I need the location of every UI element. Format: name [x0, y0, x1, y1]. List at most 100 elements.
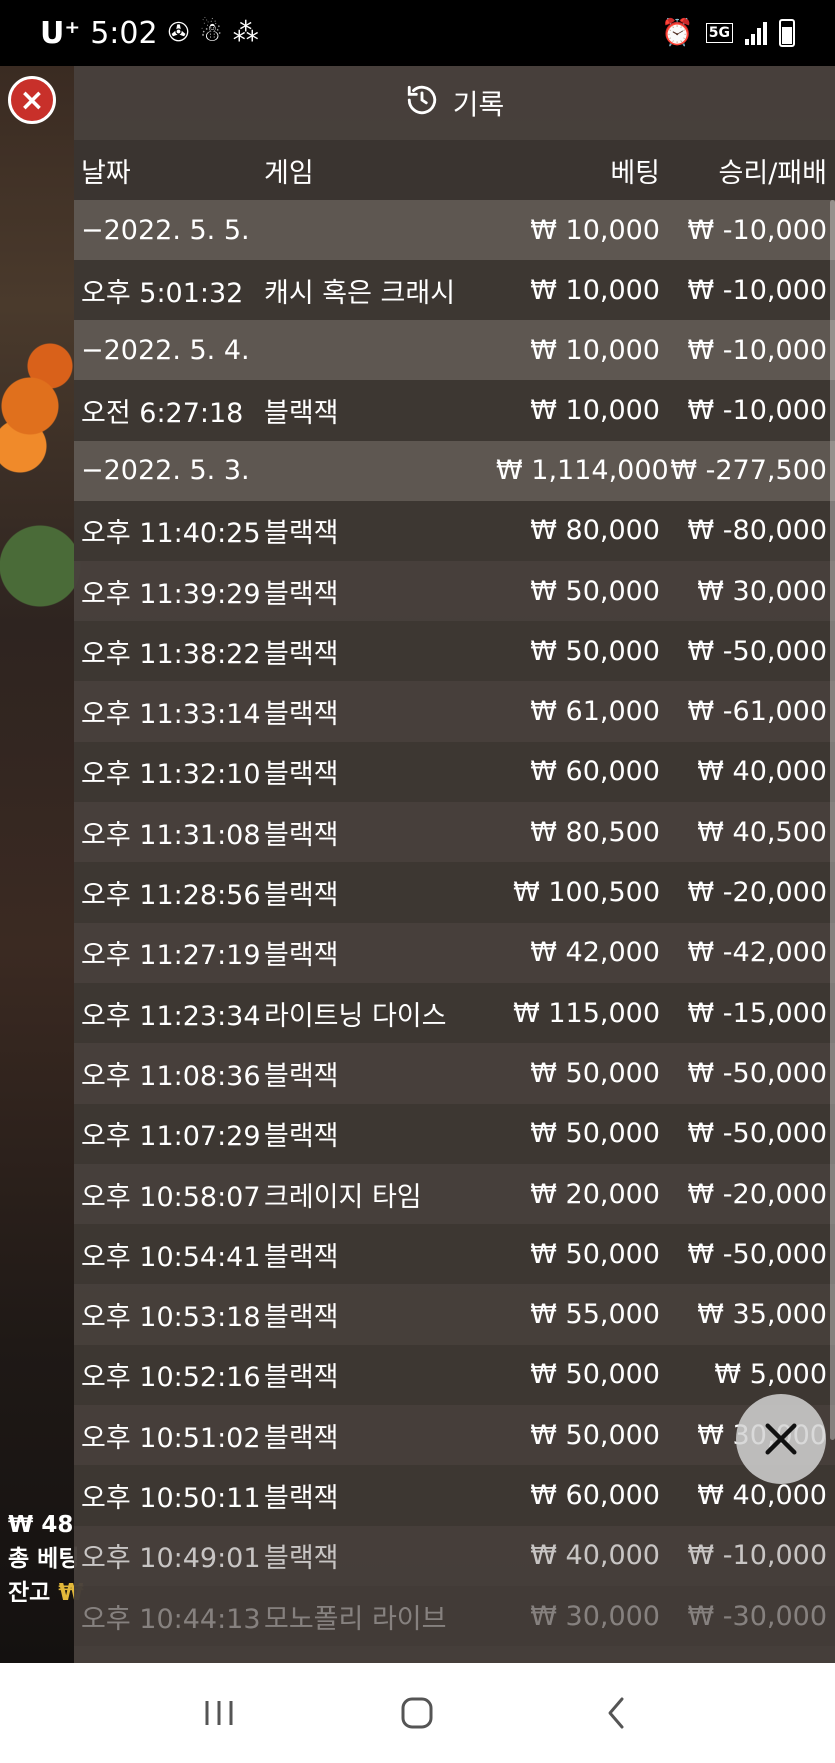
table-row: 오후 11:32:10 블랙잭 ₩ 60,000 ₩ 40,000: [74, 741, 835, 803]
row-winloss: ₩ 35,000: [697, 1299, 827, 1331]
row-bet: ₩ 40,000: [530, 1540, 660, 1572]
row-date: 오후 11:23:34: [81, 1000, 261, 1032]
table-row: 오후 10:51:02블랙잭₩ 50,000₩ 30,000: [74, 1405, 835, 1465]
close-game-button[interactable]: ×: [8, 76, 56, 124]
row-game: 블랙잭: [264, 880, 339, 912]
row-date: −2022. 5. 3.: [81, 455, 250, 487]
row-date: 오후 11:33:14: [81, 699, 261, 731]
close-icon: ×: [19, 82, 45, 118]
recent-apps-button[interactable]: [189, 1683, 249, 1743]
back-button[interactable]: [586, 1683, 646, 1743]
row-bet: ₩ 10,000: [530, 274, 660, 306]
row-game: 블랙잭: [264, 819, 339, 851]
balance-line: ₩ 48: [8, 1512, 74, 1538]
network-label: 5G: [705, 23, 733, 43]
row-winloss: ₩ -50,000: [687, 1118, 828, 1150]
column-winloss: 승리/패배: [718, 157, 827, 189]
row-bet: ₩ 30,000: [530, 1600, 660, 1632]
table-row: 오후 11:39:29 블랙잭 ₩ 50,000 ₩ 30,000: [74, 561, 835, 621]
row-date: 오후 10:51:02: [81, 1422, 261, 1454]
row-winloss: ₩ -50,000: [687, 1057, 828, 1089]
table-row: 오후 11:40:25 블랙잭 ₩ 80,000 ₩ -80,000: [74, 500, 835, 561]
row-date: 오후 10:50:11: [81, 1482, 261, 1514]
row-date: −2022. 5. 4.: [81, 334, 250, 366]
table-row: 오전 6:27:18 블랙잭 ₩ 10,000 ₩ -10,000: [74, 380, 835, 441]
scrollbar[interactable]: [830, 200, 835, 1440]
row-bet: ₩ 10,000: [530, 334, 660, 366]
recent-apps-icon: [205, 1701, 233, 1725]
row-winloss: ₩ -15,000: [687, 997, 828, 1029]
row-bet: ₩ 50,000: [530, 575, 660, 607]
table-row: 오후 11:31:08 블랙잭 ₩ 80,500 ₩ 40,500: [74, 802, 835, 862]
row-winloss: ₩ -20,000: [687, 1178, 828, 1210]
date-group-row: −2022. 5. 3. ₩ 1,114,000 ₩ -277,500: [74, 440, 835, 501]
row-bet: ₩ 50,000: [530, 1359, 660, 1391]
row-date: 오후 11:32:10: [81, 759, 261, 791]
table-row: 오후 11:28:56 블랙잭 ₩ 100,500 ₩ -20,000: [74, 862, 835, 923]
row-winloss: ₩ -10,000: [687, 214, 828, 246]
row-game: 블랙잭: [264, 1482, 339, 1514]
row-date: 오후 11:38:22: [81, 638, 261, 670]
row-date: 오후 11:08:36: [81, 1060, 261, 1092]
row-bet: ₩ 60,000: [530, 756, 660, 788]
table-row: 오후 11:33:14 블랙잭 ₩ 61,000 ₩ -61,000: [74, 681, 835, 741]
row-game: 캐시 혹은 크래시: [264, 277, 456, 309]
column-game: 게임: [264, 157, 314, 189]
close-history-button[interactable]: [736, 1394, 826, 1484]
row-winloss: ₩ 30,000: [697, 575, 827, 607]
row-game: 블랙잭: [264, 518, 339, 550]
row-game: 블랙잭: [264, 1543, 339, 1575]
table-row: 오후 11:07:29 블랙잭 ₩ 50,000 ₩ -50,000: [74, 1103, 835, 1164]
history-list[interactable]: −2022. 5. 5. ₩ 10,000 ₩ -10,000 오후 5:01:32 캐…: [74, 200, 835, 1647]
row-bet: ₩ 100,500: [513, 877, 660, 909]
table-row: 오후 10:58:07 크레이지 타임 ₩ 20,000 ₩ -20,000: [74, 1164, 835, 1224]
row-winloss: ₩ 40,000: [697, 1479, 827, 1511]
row-game: 블랙잭: [264, 1362, 339, 1394]
carrier-label: U⁺: [40, 15, 81, 51]
row-date: 오전 6:27:18: [81, 397, 244, 429]
clock: 5:02: [90, 15, 158, 51]
row-winloss: ₩ -80,000: [687, 515, 828, 547]
table-row: 오후 10:54:41 블랙잭 ₩ 50,000 ₩ -50,000: [74, 1224, 835, 1285]
row-date: 오후 11:40:25: [81, 518, 261, 550]
row-bet: ₩ 80,500: [530, 816, 660, 848]
row-bet: ₩ 80,000: [530, 515, 660, 547]
row-winloss: ₩ -10,000: [687, 394, 828, 426]
row-date: 오후 11:28:56: [81, 880, 261, 912]
home-icon: [401, 1697, 433, 1729]
app-notification-icon: ☃: [199, 18, 223, 48]
row-winloss: ₩ -277,500: [670, 455, 827, 487]
row-game: 블랙잭: [264, 1060, 339, 1092]
row-date: 오후 5:01:32: [81, 277, 244, 309]
row-winloss: ₩ 40,500: [697, 816, 827, 848]
table-row: 오후 10:50:11 블랙잭 ₩ 60,000 ₩ 40,000: [74, 1465, 835, 1526]
row-game: 모노폴리 라이브: [264, 1603, 447, 1635]
apps-icon: ⁂: [232, 18, 259, 48]
row-bet: ₩ 61,000: [530, 696, 660, 728]
table-row: 오후 11:27:19 블랙잭 ₩ 42,000 ₩ -42,000: [74, 923, 835, 983]
table-row: 오후 10:49:01 블랙잭 ₩ 40,000 ₩ -10,000: [74, 1526, 835, 1586]
table-row: 오후 10:44:13 모노폴리 라이브 ₩ 30,000 ₩ -30,000: [74, 1585, 835, 1647]
row-bet: ₩ 1,114,000: [496, 455, 669, 487]
status-bar: U⁺ 5:02 ✇ ☃ ⁂ ⏰ 5G: [0, 0, 835, 66]
row-game: 블랙잭: [264, 578, 339, 610]
row-date: 오후 10:58:07: [81, 1181, 261, 1213]
alarm-icon: ⏰: [661, 18, 694, 48]
row-bet: ₩ 50,000: [530, 1118, 660, 1150]
home-button[interactable]: [387, 1683, 447, 1743]
row-bet: ₩ 50,000: [530, 1057, 660, 1089]
row-winloss: ₩ -10,000: [687, 1540, 828, 1572]
row-bet: ₩ 42,000: [530, 937, 660, 969]
row-date: −2022. 5. 5.: [81, 214, 250, 246]
remain-line: 잔고 ₩: [8, 1580, 84, 1606]
row-winloss: ₩ -10,000: [687, 274, 828, 306]
table-row: 오후 10:52:16 블랙잭 ₩ 50,000 ₩ 5,000: [74, 1344, 835, 1406]
row-date: 오후 10:53:18: [81, 1302, 261, 1334]
history-clock-icon: [405, 83, 439, 124]
row-game: 블랙잭: [264, 638, 339, 670]
row-winloss: ₩ -20,000: [687, 877, 828, 909]
row-bet: ₩ 55,000: [530, 1299, 660, 1331]
row-winloss: ₩ -30,000: [687, 1600, 828, 1632]
row-bet: ₩ 60,000: [530, 1479, 660, 1511]
date-group-row: −2022. 5. 5. ₩ 10,000 ₩ -10,000: [74, 200, 835, 260]
